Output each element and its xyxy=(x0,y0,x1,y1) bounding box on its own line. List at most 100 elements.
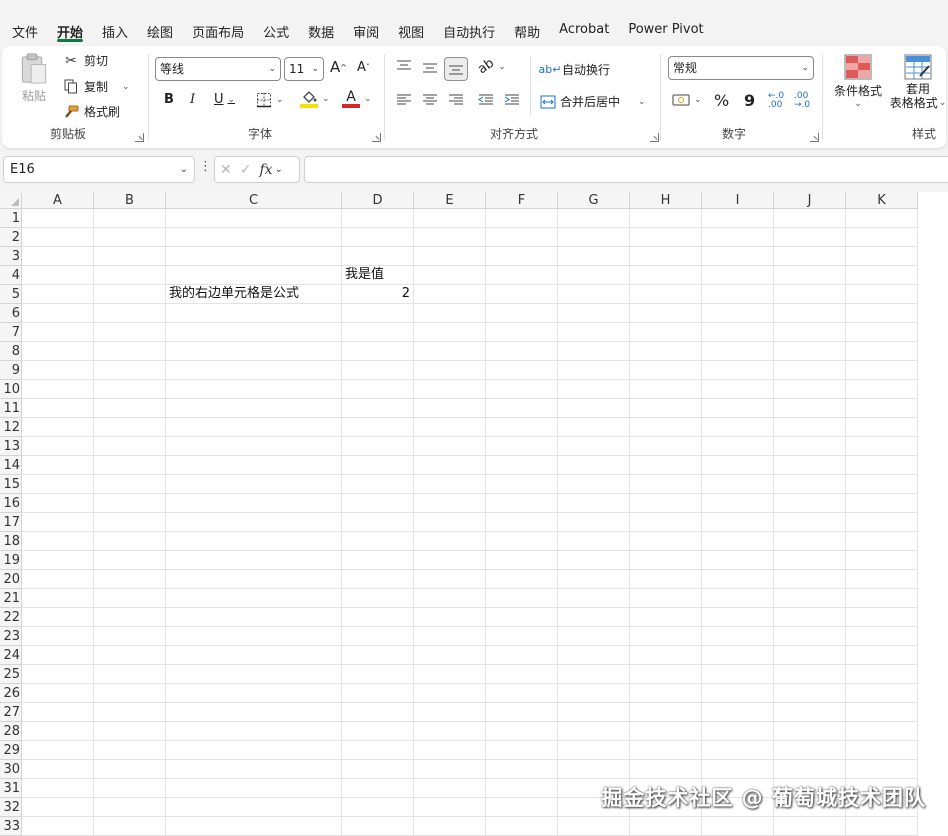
cell-i4[interactable] xyxy=(702,266,774,285)
row-header-6[interactable]: 6 xyxy=(0,304,21,323)
cell-k30[interactable] xyxy=(846,760,918,779)
column-header-b[interactable]: B xyxy=(94,192,166,209)
cell-h10[interactable] xyxy=(630,380,702,399)
cell-a20[interactable] xyxy=(22,570,94,589)
cell-b2[interactable] xyxy=(94,228,166,247)
cell-k21[interactable] xyxy=(846,589,918,608)
cell-h12[interactable] xyxy=(630,418,702,437)
cell-d16[interactable] xyxy=(342,494,414,513)
cell-e2[interactable] xyxy=(414,228,486,247)
cell-g1[interactable] xyxy=(558,209,630,228)
cell-e7[interactable] xyxy=(414,323,486,342)
cell-k6[interactable] xyxy=(846,304,918,323)
align-middle-button[interactable] xyxy=(422,62,438,74)
cell-d21[interactable] xyxy=(342,589,414,608)
cell-c30[interactable] xyxy=(166,760,342,779)
cell-e30[interactable] xyxy=(414,760,486,779)
cell-k8[interactable] xyxy=(846,342,918,361)
cell-j2[interactable] xyxy=(774,228,846,247)
row-header-7[interactable]: 7 xyxy=(0,323,21,342)
cell-k1[interactable] xyxy=(846,209,918,228)
cell-h23[interactable] xyxy=(630,627,702,646)
cell-g2[interactable] xyxy=(558,228,630,247)
insert-function-icon[interactable]: fx xyxy=(259,162,272,178)
align-right-button[interactable] xyxy=(448,94,464,106)
cell-k27[interactable] xyxy=(846,703,918,722)
cell-a13[interactable] xyxy=(22,437,94,456)
cell-i25[interactable] xyxy=(702,665,774,684)
cell-b32[interactable] xyxy=(94,798,166,817)
chevron-down-icon[interactable]: ⌄ xyxy=(275,164,283,175)
cell-i5[interactable] xyxy=(702,285,774,304)
cell-e13[interactable] xyxy=(414,437,486,456)
cell-a27[interactable] xyxy=(22,703,94,722)
cell-a23[interactable] xyxy=(22,627,94,646)
cell-k25[interactable] xyxy=(846,665,918,684)
cell-h30[interactable] xyxy=(630,760,702,779)
cell-j10[interactable] xyxy=(774,380,846,399)
cell-j14[interactable] xyxy=(774,456,846,475)
cell-a25[interactable] xyxy=(22,665,94,684)
cell-e14[interactable] xyxy=(414,456,486,475)
cell-b6[interactable] xyxy=(94,304,166,323)
cell-d12[interactable] xyxy=(342,418,414,437)
cell-c14[interactable] xyxy=(166,456,342,475)
menu-tab[interactable]: 文件 xyxy=(12,14,38,44)
cell-a5[interactable] xyxy=(22,285,94,304)
cell-h6[interactable] xyxy=(630,304,702,323)
cell-e10[interactable] xyxy=(414,380,486,399)
font-size-select[interactable]: 11 ⌄ xyxy=(284,57,324,81)
cell-j21[interactable] xyxy=(774,589,846,608)
name-box[interactable]: E16 ⌄ xyxy=(3,156,195,183)
cell-j7[interactable] xyxy=(774,323,846,342)
menu-tab[interactable]: 绘图 xyxy=(147,14,173,44)
cell-k4[interactable] xyxy=(846,266,918,285)
cell-c23[interactable] xyxy=(166,627,342,646)
cell-f17[interactable] xyxy=(486,513,558,532)
cell-i10[interactable] xyxy=(702,380,774,399)
cell-c10[interactable] xyxy=(166,380,342,399)
cell-b31[interactable] xyxy=(94,779,166,798)
row-header-10[interactable]: 10 xyxy=(0,380,21,399)
increase-indent-button[interactable] xyxy=(504,94,520,106)
column-header-e[interactable]: E xyxy=(414,192,486,209)
cell-e18[interactable] xyxy=(414,532,486,551)
row-header-32[interactable]: 32 xyxy=(0,798,21,817)
cell-b16[interactable] xyxy=(94,494,166,513)
cell-a2[interactable] xyxy=(22,228,94,247)
cell-d23[interactable] xyxy=(342,627,414,646)
cell-b19[interactable] xyxy=(94,551,166,570)
row-header-21[interactable]: 21 xyxy=(0,589,21,608)
cell-i7[interactable] xyxy=(702,323,774,342)
underline-button[interactable]: U ⌄ xyxy=(214,92,235,107)
cell-j1[interactable] xyxy=(774,209,846,228)
cell-h20[interactable] xyxy=(630,570,702,589)
cell-d24[interactable] xyxy=(342,646,414,665)
cell-c4[interactable] xyxy=(166,266,342,285)
cell-c15[interactable] xyxy=(166,475,342,494)
cell-a12[interactable] xyxy=(22,418,94,437)
cell-f18[interactable] xyxy=(486,532,558,551)
cell-c3[interactable] xyxy=(166,247,342,266)
cell-h33[interactable] xyxy=(630,817,702,836)
cell-d29[interactable] xyxy=(342,741,414,760)
select-all-corner[interactable] xyxy=(0,192,22,209)
cell-i16[interactable] xyxy=(702,494,774,513)
cell-d19[interactable] xyxy=(342,551,414,570)
cell-g27[interactable] xyxy=(558,703,630,722)
cell-f12[interactable] xyxy=(486,418,558,437)
cell-a22[interactable] xyxy=(22,608,94,627)
cell-g21[interactable] xyxy=(558,589,630,608)
row-header-27[interactable]: 27 xyxy=(0,703,21,722)
cell-d4[interactable]: 我是值 xyxy=(342,266,414,285)
cell-j3[interactable] xyxy=(774,247,846,266)
cell-h16[interactable] xyxy=(630,494,702,513)
cell-k22[interactable] xyxy=(846,608,918,627)
cell-e19[interactable] xyxy=(414,551,486,570)
cell-h3[interactable] xyxy=(630,247,702,266)
cell-c21[interactable] xyxy=(166,589,342,608)
menu-tab[interactable]: 审阅 xyxy=(353,14,379,44)
cell-h27[interactable] xyxy=(630,703,702,722)
cell-i26[interactable] xyxy=(702,684,774,703)
cell-j17[interactable] xyxy=(774,513,846,532)
